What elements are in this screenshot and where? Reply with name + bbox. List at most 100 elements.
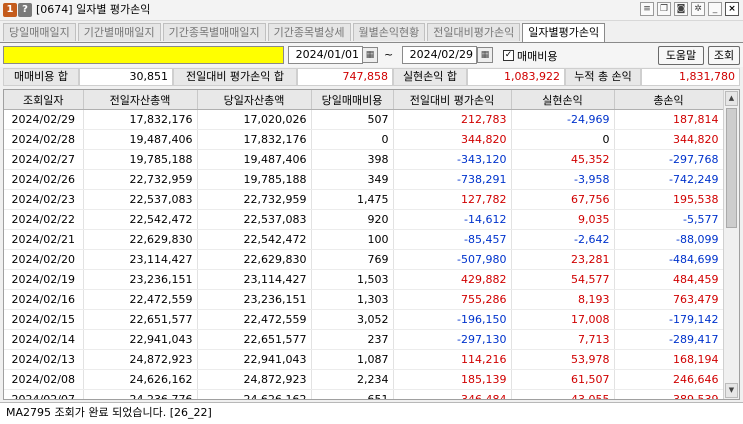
scroll-up-icon[interactable]: ▲: [725, 91, 738, 106]
cell-date: 2024/02/16: [4, 289, 84, 310]
table-row[interactable]: 2024/02/23 22,537,083 22,732,959 1,475 127,7…: [4, 189, 724, 210]
pnl-table-body: 조회일자 전일자산총액 당일자산총액 당일매매비용 전일대비 평가손익 실현손익…: [4, 90, 724, 399]
table-row[interactable]: 2024/02/22 22,542,472 22,537,083 920 -14,612…: [4, 209, 724, 230]
header-fee[interactable]: 당일매매비용: [311, 90, 394, 110]
cell-realized: 53,978: [511, 349, 615, 370]
menu-icon[interactable]: ≡: [640, 2, 654, 16]
cell-prev: 23,236,151: [83, 269, 198, 290]
cell-realized: 17,008: [511, 309, 615, 330]
cell-realized: 43,055: [511, 389, 615, 399]
cumulative-total-label: 누적 총 손익: [565, 68, 641, 86]
scroll-down-icon[interactable]: ▼: [725, 383, 738, 398]
cell-eval: -343,120: [393, 149, 512, 170]
eval-total-label: 전일대비 평가손익 합: [173, 68, 297, 86]
cell-realized: 61,507: [511, 369, 615, 390]
calendar-icon[interactable]: ▦: [477, 47, 493, 63]
help-badge[interactable]: ?: [18, 3, 32, 17]
table-row[interactable]: 2024/02/28 19,487,406 17,832,176 0 344,820 0 3…: [4, 129, 724, 150]
fee-total-value: 30,851: [79, 68, 173, 86]
cell-realized: 0: [511, 129, 615, 150]
cell-date: 2024/02/28: [4, 129, 84, 150]
table-row[interactable]: 2024/02/13 24,872,923 22,941,043 1,087 114,2…: [4, 349, 724, 370]
cell-total: -289,417: [614, 329, 724, 350]
tab-period-journal[interactable]: 기간별매매일지: [77, 23, 161, 41]
cell-date: 2024/02/13: [4, 349, 84, 370]
table-row[interactable]: 2024/02/14 22,941,043 22,651,577 237 -297,13…: [4, 329, 724, 350]
vertical-scrollbar[interactable]: ▲ ▼: [723, 90, 739, 399]
window-number-badge[interactable]: 1: [3, 3, 17, 17]
header-prev-assets[interactable]: 전일자산총액: [83, 90, 198, 110]
cell-curr: 24,872,923: [197, 369, 312, 390]
cell-curr: 23,114,427: [197, 269, 312, 290]
table-row[interactable]: 2024/02/15 22,651,577 22,472,559 3,052 -196,…: [4, 309, 724, 330]
cell-realized: 9,035: [511, 209, 615, 230]
header-eval-pnl[interactable]: 전일대비 평가손익: [393, 90, 512, 110]
help-button[interactable]: 도움말: [658, 46, 704, 65]
cell-eval: 755,286: [393, 289, 512, 310]
table-row[interactable]: 2024/02/20 23,114,427 22,629,830 769 -507,98…: [4, 249, 724, 270]
header-curr-assets[interactable]: 당일자산총액: [197, 90, 312, 110]
cell-realized: -24,969: [511, 109, 615, 130]
table-row[interactable]: 2024/02/16 22,472,559 23,236,151 1,303 755,2…: [4, 289, 724, 310]
eval-total-value: 747,858: [297, 68, 393, 86]
table-row[interactable]: 2024/02/26 22,732,959 19,785,188 349 -738,29…: [4, 169, 724, 190]
cell-realized: -2,642: [511, 229, 615, 250]
scroll-thumb[interactable]: [726, 108, 737, 228]
cell-prev: 22,472,559: [83, 289, 198, 310]
tab-daily-journal[interactable]: 당일매매일지: [3, 23, 76, 41]
table-row[interactable]: 2024/02/21 22,629,830 22,542,472 100 -85,457…: [4, 229, 724, 250]
cell-eval: -507,980: [393, 249, 512, 270]
tab-strip: 당일매매일지 기간별매매일지 기간종목별매매일지 기간종목별상세 월별손익현황 …: [3, 23, 607, 42]
cell-eval: -738,291: [393, 169, 512, 190]
date-from-field[interactable]: 2024/01/01: [288, 46, 363, 64]
account-input[interactable]: [3, 46, 284, 64]
cell-fee: 1,475: [311, 189, 394, 210]
cell-curr: 24,626,162: [197, 389, 312, 399]
cell-fee: 769: [311, 249, 394, 270]
cell-total: 763,479: [614, 289, 724, 310]
header-total-pnl[interactable]: 총손익: [614, 90, 724, 110]
query-button[interactable]: 조회: [708, 46, 740, 65]
cell-prev: 22,651,577: [83, 309, 198, 330]
cell-realized: 67,756: [511, 189, 615, 210]
copy-icon[interactable]: ❐: [657, 2, 671, 16]
table-row[interactable]: 2024/02/29 17,832,176 17,020,026 507 212,783…: [4, 109, 724, 130]
cell-prev: 22,732,959: [83, 169, 198, 190]
header-date[interactable]: 조회일자: [4, 90, 84, 110]
cell-eval: 344,820: [393, 129, 512, 150]
tab-daily-change-pnl[interactable]: 전일대비평가손익: [427, 23, 521, 41]
window-title: [0674] 일자별 평가손익: [36, 3, 151, 16]
cell-fee: 3,052: [311, 309, 394, 330]
table-row[interactable]: 2024/02/07 24,236,776 24,626,162 651 346,484…: [4, 389, 724, 399]
cell-fee: 1,087: [311, 349, 394, 370]
cell-fee: 1,503: [311, 269, 394, 290]
cell-date: 2024/02/19: [4, 269, 84, 290]
cell-date: 2024/02/21: [4, 229, 84, 250]
camera-icon[interactable]: ◙: [674, 2, 688, 16]
cell-fee: 0: [311, 129, 394, 150]
tab-period-stock-detail[interactable]: 기간종목별상세: [267, 23, 351, 41]
table-row[interactable]: 2024/02/27 19,785,188 19,487,406 398 -343,12…: [4, 149, 724, 170]
cell-eval: 429,882: [393, 269, 512, 290]
fee-checkbox[interactable]: ✓: [503, 50, 514, 61]
tab-monthly-pnl[interactable]: 월별손익현황: [352, 23, 426, 41]
cell-curr: 23,236,151: [197, 289, 312, 310]
cell-total: 389,539: [614, 389, 724, 399]
table-row[interactable]: 2024/02/08 24,626,162 24,872,923 2,234 185,1…: [4, 369, 724, 390]
cell-date: 2024/02/22: [4, 209, 84, 230]
cell-curr: 22,941,043: [197, 349, 312, 370]
cell-eval: 185,139: [393, 369, 512, 390]
minimize-icon[interactable]: _: [708, 2, 722, 16]
table-rows: 2024/02/29 17,832,176 17,020,026 507 212,783…: [4, 109, 724, 399]
table-row[interactable]: 2024/02/19 23,236,151 23,114,427 1,503 429,8…: [4, 269, 724, 290]
calendar-icon[interactable]: ▦: [362, 47, 378, 63]
cell-total: -297,768: [614, 149, 724, 170]
tab-date-pnl[interactable]: 일자별평가손익: [522, 23, 606, 42]
cell-eval: 346,484: [393, 389, 512, 399]
settings-icon[interactable]: ✲: [691, 2, 705, 16]
tab-period-stock-journal[interactable]: 기간종목별매매일지: [162, 23, 266, 41]
window-controls: ≡ ❐ ◙ ✲ _ ×: [640, 2, 739, 16]
date-to-field[interactable]: 2024/02/29: [402, 46, 477, 64]
close-icon[interactable]: ×: [725, 2, 739, 16]
header-realized-pnl[interactable]: 실현손익: [511, 90, 615, 110]
